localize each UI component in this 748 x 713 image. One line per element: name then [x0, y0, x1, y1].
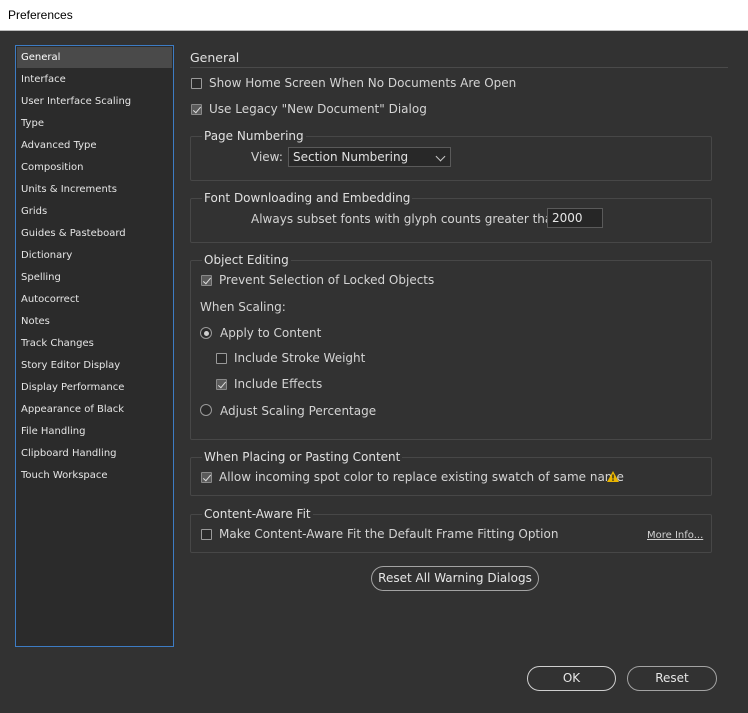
ok-button[interactable]: OK [527, 666, 616, 691]
apply-to-content-label: Apply to Content [220, 326, 322, 340]
window-title: Preferences [8, 8, 73, 22]
placing-heading: When Placing or Pasting Content [202, 450, 403, 464]
content-aware-heading: Content-Aware Fit [202, 507, 313, 521]
content-aware-default-checkbox[interactable] [201, 529, 212, 540]
adjust-scaling-label: Adjust Scaling Percentage [220, 404, 377, 418]
sidebar-item-spelling[interactable]: Spelling [17, 267, 172, 288]
preferences-sidebar: General Interface User Interface Scaling… [15, 45, 174, 647]
object-editing-heading: Object Editing [202, 253, 291, 267]
show-home-screen-checkbox[interactable] [191, 78, 202, 89]
view-dropdown[interactable]: Section Numbering [288, 147, 451, 167]
sidebar-item-interface[interactable]: Interface [17, 69, 172, 90]
warning-triangle-icon [607, 471, 619, 482]
page-numbering-heading: Page Numbering [202, 129, 306, 143]
sidebar-item-user-interface-scaling[interactable]: User Interface Scaling [17, 91, 172, 112]
reset-button[interactable]: Reset [627, 666, 717, 691]
title-bar: Preferences [0, 0, 748, 31]
sidebar-item-file-handling[interactable]: File Handling [17, 421, 172, 442]
view-dropdown-value: Section Numbering [293, 150, 409, 164]
sidebar-item-display-performance[interactable]: Display Performance [17, 377, 172, 398]
include-effects-label: Include Effects [234, 377, 323, 391]
sidebar-item-clipboard-handling[interactable]: Clipboard Handling [17, 443, 172, 464]
glyph-count-input[interactable]: 2000 [547, 208, 603, 228]
prevent-selection-label: Prevent Selection of Locked Objects [219, 273, 435, 287]
sidebar-item-notes[interactable]: Notes [17, 311, 172, 332]
font-downloading-heading: Font Downloading and Embedding [202, 191, 413, 205]
adjust-scaling-radio[interactable] [200, 404, 212, 416]
content-aware-default-label: Make Content-Aware Fit the Default Frame… [219, 527, 559, 541]
reset-warning-dialogs-button[interactable]: Reset All Warning Dialogs [371, 566, 539, 591]
sidebar-item-track-changes[interactable]: Track Changes [17, 333, 172, 354]
sidebar-item-autocorrect[interactable]: Autocorrect [17, 289, 172, 310]
apply-to-content-radio[interactable] [200, 327, 212, 339]
allow-spot-color-label: Allow incoming spot color to replace exi… [219, 470, 624, 484]
use-legacy-dialog-label: Use Legacy "New Document" Dialog [209, 102, 427, 116]
allow-spot-color-checkbox[interactable] [201, 472, 212, 483]
sidebar-item-grids[interactable]: Grids [17, 201, 172, 222]
include-stroke-weight-label: Include Stroke Weight [234, 351, 366, 365]
chevron-down-icon [435, 151, 446, 162]
sidebar-item-composition[interactable]: Composition [17, 157, 172, 178]
use-legacy-dialog-checkbox[interactable] [191, 104, 202, 115]
sidebar-item-appearance-of-black[interactable]: Appearance of Black [17, 399, 172, 420]
when-scaling-label: When Scaling: [200, 300, 286, 314]
sidebar-item-dictionary[interactable]: Dictionary [17, 245, 172, 266]
include-effects-checkbox[interactable] [216, 379, 227, 390]
sidebar-item-touch-workspace[interactable]: Touch Workspace [17, 465, 172, 486]
show-home-screen-label: Show Home Screen When No Documents Are O… [209, 76, 517, 90]
more-info-link[interactable]: More Info... [647, 530, 703, 541]
sidebar-item-units-increments[interactable]: Units & Increments [17, 179, 172, 200]
sidebar-item-guides-pasteboard[interactable]: Guides & Pasteboard [17, 223, 172, 244]
view-label: View: [251, 150, 283, 164]
page-title: General [190, 50, 240, 65]
sidebar-item-story-editor-display[interactable]: Story Editor Display [17, 355, 172, 376]
title-divider [190, 67, 728, 68]
sidebar-item-general[interactable]: General [17, 47, 172, 68]
sidebar-item-advanced-type[interactable]: Advanced Type [17, 135, 172, 156]
include-stroke-weight-checkbox[interactable] [216, 353, 227, 364]
subset-fonts-label: Always subset fonts with glyph counts gr… [251, 212, 564, 226]
sidebar-item-type[interactable]: Type [17, 113, 172, 134]
prevent-selection-checkbox[interactable] [201, 275, 212, 286]
